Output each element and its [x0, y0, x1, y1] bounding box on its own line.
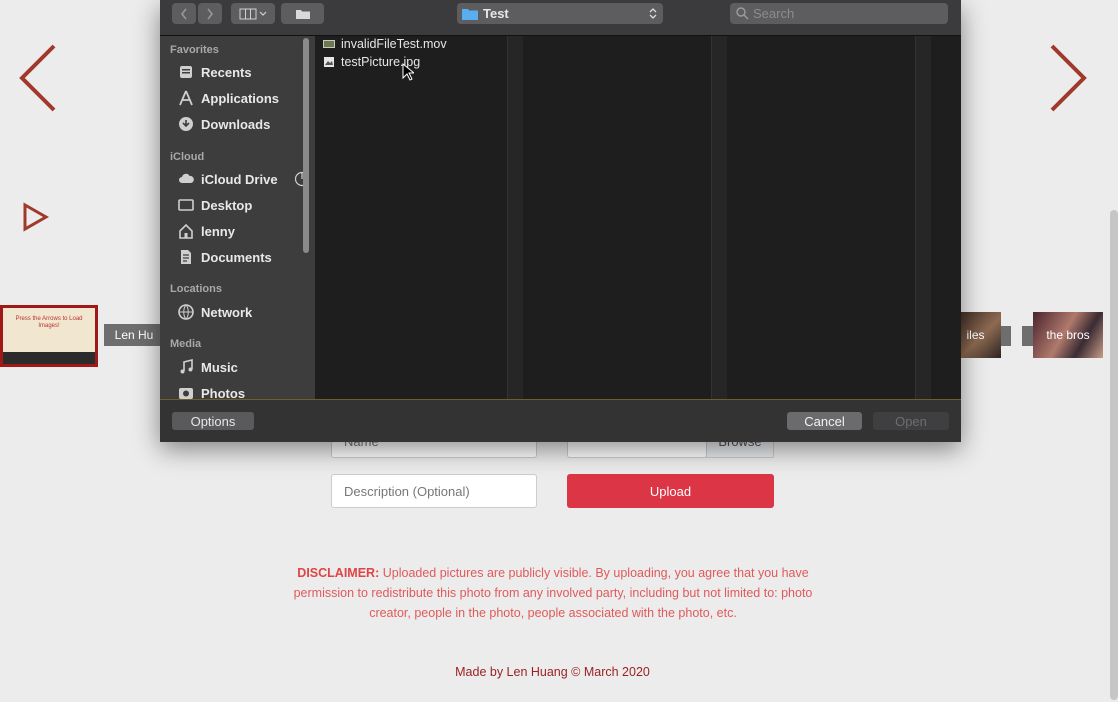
back-button[interactable]: [172, 3, 196, 24]
image-file-icon: [324, 57, 334, 67]
preview-column: [727, 36, 915, 399]
thumbnail[interactable]: iles: [956, 312, 1001, 358]
column-divider[interactable]: [915, 36, 932, 399]
sidebar-item-documents[interactable]: Documents: [177, 247, 305, 267]
home-icon: [177, 222, 195, 240]
sidebar-item-lenny[interactable]: lenny: [177, 221, 305, 241]
sidebar-item-icloud-drive[interactable]: iCloud Drive: [177, 169, 310, 189]
new-folder-button[interactable]: [281, 3, 324, 24]
mouse-cursor-icon: [402, 63, 414, 81]
columns-view-icon: [239, 8, 267, 19]
footer-credit: Made by Len Huang © March 2020: [455, 665, 650, 679]
sidebar-item-desktop[interactable]: Desktop: [177, 195, 305, 215]
search-placeholder: Search: [753, 6, 795, 21]
downloads-icon: [177, 115, 195, 133]
search-field[interactable]: Search: [730, 3, 948, 24]
sidebar-section-locations: Locations: [170, 283, 222, 295]
next-arrow-icon[interactable]: [1046, 44, 1088, 112]
new-folder-icon: [295, 9, 310, 19]
file-column: [315, 36, 507, 399]
upload-button[interactable]: Upload: [567, 474, 774, 508]
music-icon: [177, 358, 195, 376]
desktop-icon: [177, 196, 195, 214]
recents-icon: [177, 63, 195, 81]
thumbnail[interactable]: the bros: [1033, 312, 1103, 358]
applications-icon: [177, 89, 195, 107]
sidebar-item-network[interactable]: Network: [177, 302, 305, 322]
cancel-button[interactable]: Cancel: [787, 412, 862, 430]
open-button[interactable]: Open: [873, 412, 949, 430]
page-scrollbar[interactable]: [1110, 210, 1118, 700]
sidebar-item-downloads[interactable]: Downloads: [177, 114, 305, 134]
folder-icon: [462, 9, 478, 20]
options-button[interactable]: Options: [172, 412, 254, 430]
thumbnail-label: the bros: [1046, 328, 1090, 342]
movie-file-icon: [323, 40, 335, 48]
chevron-left-icon: [181, 8, 187, 19]
thumbnail-label: iles: [966, 328, 985, 342]
path-popup[interactable]: Test: [457, 3, 663, 24]
column-divider[interactable]: [711, 36, 728, 399]
preview-column: [931, 36, 961, 399]
cloud-icon: [177, 170, 195, 188]
thumbnail-label: Len Hu: [114, 328, 154, 342]
sidebar-section-icloud: iCloud: [170, 151, 205, 163]
description-field[interactable]: Description (Optional): [331, 474, 537, 508]
selected-thumbnail-text: Press the Arrows to Load Images!: [15, 316, 83, 329]
file-item[interactable]: invalidFileTest.mov: [323, 35, 447, 53]
file-open-dialog: Test Search Favorites Recents Applicatio…: [160, 0, 961, 442]
sidebar-item-music[interactable]: Music: [177, 357, 305, 377]
sidebar-item-recents[interactable]: Recents: [177, 62, 305, 82]
sidebar-scrollbar[interactable]: [303, 38, 309, 253]
sidebar-item-photos[interactable]: Photos: [177, 383, 305, 399]
photos-icon: [177, 384, 195, 399]
column-divider[interactable]: [507, 36, 524, 399]
view-mode-button[interactable]: [231, 3, 275, 24]
dialog-toolbar: Test Search: [160, 0, 961, 36]
documents-icon: [177, 248, 195, 266]
dialog-bottom-bar: Options Cancel Open: [160, 399, 961, 442]
sidebar-item-applications[interactable]: Applications: [177, 88, 305, 108]
updown-chevron-icon: [649, 8, 657, 19]
selected-thumbnail[interactable]: Press the Arrows to Load Images!: [0, 305, 98, 367]
dialog-sidebar: Favorites Recents Applications Downloads…: [160, 36, 315, 399]
disclaimer-lead: DISCLAIMER:: [297, 566, 380, 580]
disclaimer-text: DISCLAIMER: Uploaded pictures are public…: [290, 563, 816, 623]
search-icon: [736, 7, 749, 20]
path-label: Test: [483, 6, 509, 21]
chevron-right-icon: [207, 8, 213, 19]
forward-button[interactable]: [198, 3, 222, 24]
sidebar-section-favorites: Favorites: [170, 44, 219, 56]
preview-column: [523, 36, 711, 399]
sidebar-section-media: Media: [170, 338, 202, 350]
previous-arrow-icon[interactable]: [18, 44, 60, 112]
network-icon: [177, 303, 195, 321]
play-icon[interactable]: [22, 202, 50, 232]
thumbnail[interactable]: Len Hu: [104, 324, 164, 346]
